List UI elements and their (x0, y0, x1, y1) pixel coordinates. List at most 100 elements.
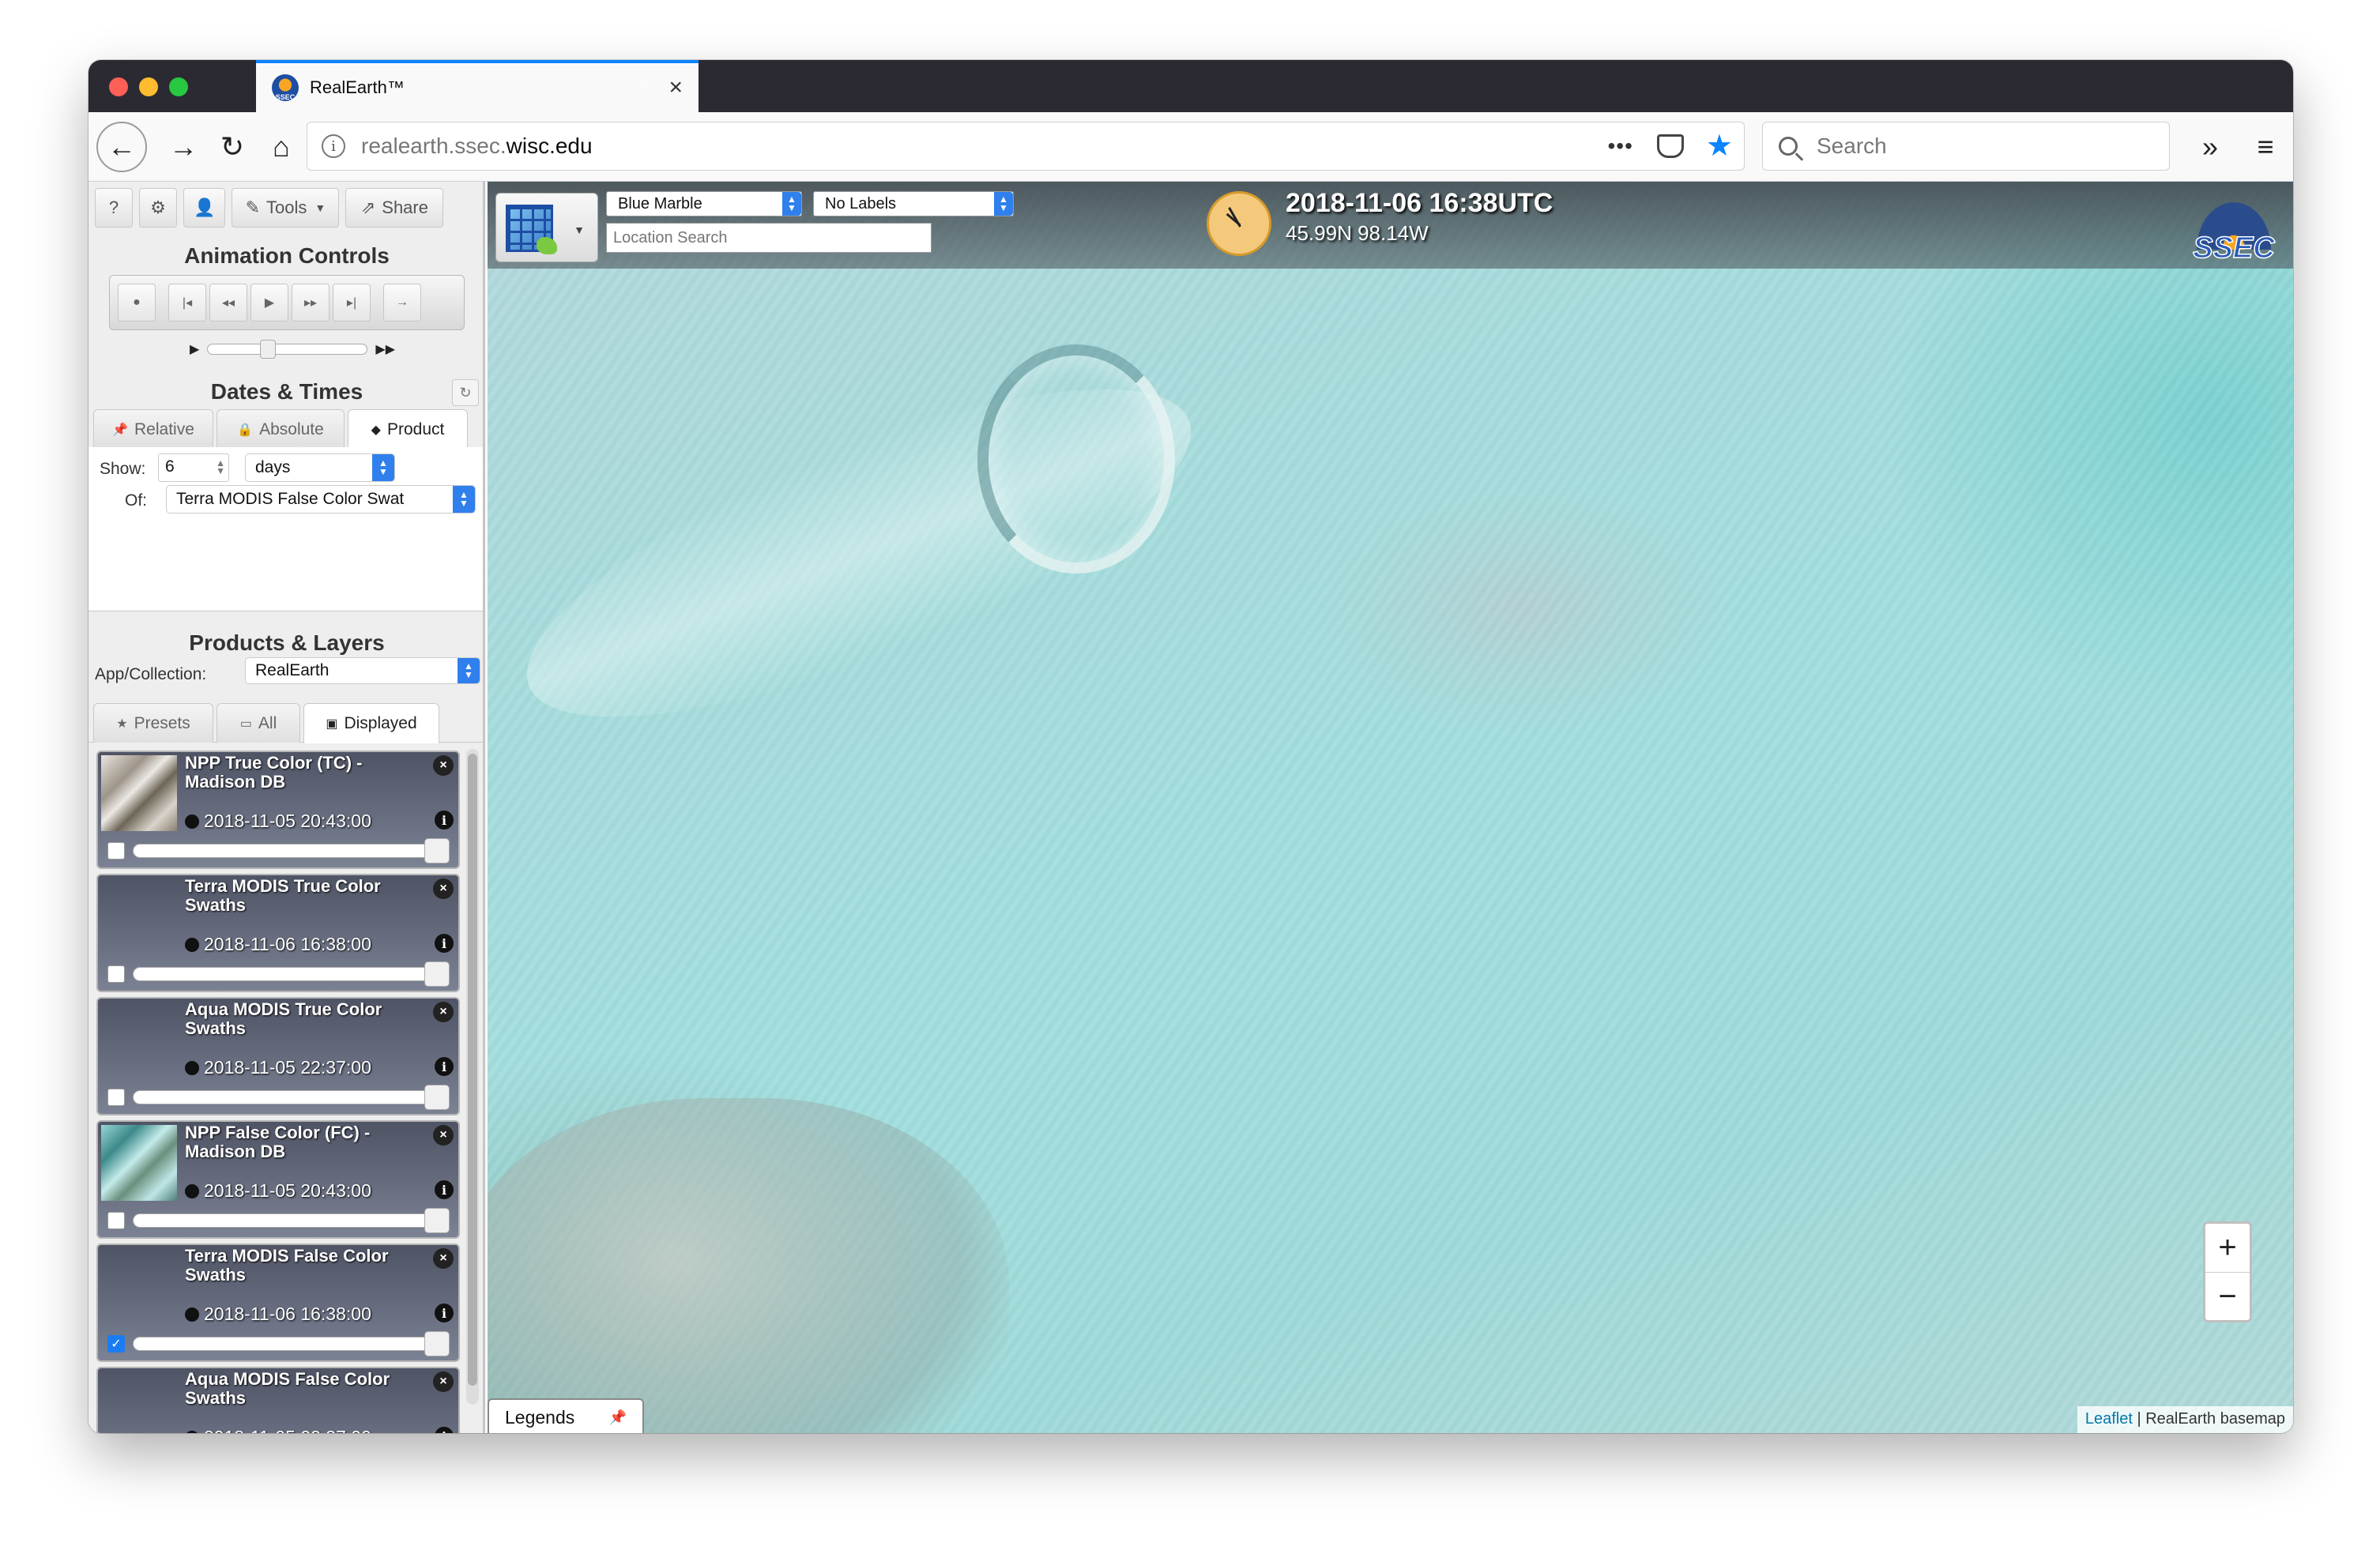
layer-checkbox[interactable] (107, 1212, 125, 1229)
scrollbar-thumb[interactable] (468, 754, 477, 1386)
speed-slider[interactable] (207, 340, 368, 359)
star-icon: ★ (116, 717, 128, 731)
layer-card[interactable]: NPP False Color (FC) - Madison DB × 2018… (96, 1120, 460, 1239)
layer-card[interactable]: Aqua MODIS True Color Swaths × 2018-11-0… (96, 997, 460, 1115)
info-icon[interactable]: i (435, 934, 454, 953)
layer-list-scrollbar[interactable] (466, 749, 479, 1405)
back-button[interactable]: ← (96, 122, 147, 172)
user-button[interactable]: 👤 (183, 188, 226, 228)
slider-knob[interactable] (424, 1085, 450, 1110)
new-tab-button[interactable]: + (623, 65, 670, 107)
speed-slider-thumb[interactable] (260, 340, 277, 359)
product-select[interactable]: Terra MODIS False Color Swat ▲ ▼ (166, 485, 476, 514)
forward-button[interactable]: → (160, 123, 207, 171)
opacity-slider[interactable] (133, 1208, 450, 1233)
info-icon[interactable]: i (435, 811, 454, 830)
layer-time: 2018-11-06 16:38:00 (185, 934, 371, 955)
layer-checkbox[interactable] (107, 1089, 125, 1106)
remove-layer-icon[interactable]: × (433, 755, 454, 776)
tab-presets[interactable]: ★ Presets (93, 703, 213, 743)
help-button[interactable]: ? (95, 188, 133, 228)
info-icon[interactable]: i (435, 1427, 454, 1433)
page-actions-icon[interactable]: ••• (1608, 134, 1633, 159)
tab-all[interactable]: ▭ All (217, 703, 300, 743)
location-search-input[interactable] (606, 223, 932, 253)
opacity-slider[interactable] (133, 838, 450, 863)
layer-card[interactable]: Aqua MODIS False Color Swaths × 2018-11-… (96, 1367, 460, 1433)
zoom-out-button[interactable]: − (2205, 1272, 2250, 1320)
slider-knob[interactable] (424, 1208, 450, 1233)
slider-knob[interactable] (424, 961, 450, 987)
hamburger-menu-icon[interactable]: ≡ (2246, 123, 2285, 171)
tab-displayed[interactable]: ▣ Displayed (303, 703, 439, 743)
zoom-in-button[interactable]: + (2205, 1224, 2250, 1272)
step-forward-button[interactable]: ▸▸ (292, 284, 330, 322)
play-button[interactable]: ▶ (250, 284, 288, 322)
ssec-logo[interactable]: SSEC (2182, 191, 2285, 265)
url-bar[interactable]: i realearth.ssec.wisc.edu ••• ★ (307, 122, 1745, 171)
window-maximize-button[interactable] (169, 77, 188, 96)
stepper-icon[interactable]: ▲ ▼ (216, 458, 225, 476)
clock-icon (185, 938, 199, 952)
share-button[interactable]: ⇗ Share (345, 188, 444, 228)
remove-layer-icon[interactable]: × (433, 1125, 454, 1146)
opacity-slider[interactable] (133, 1085, 450, 1110)
unit-select[interactable]: days ▲ ▼ (245, 453, 395, 482)
tab-bar: SSEC RealEarth™ × + (88, 60, 2293, 112)
close-tab-icon[interactable]: × (668, 76, 683, 100)
sidebar-toolbar: ? ⚙ 👤 ✎ Tools ▼ ⇗ Share (95, 188, 444, 228)
pin-icon: 📌 (112, 423, 129, 437)
clock-icon (185, 815, 199, 829)
opacity-slider[interactable] (133, 961, 450, 987)
map-view[interactable]: ▼ Blue Marble ▲▼ No Labels ▲▼ 2018-11-06… (488, 182, 2293, 1433)
layer-checkbox[interactable] (107, 965, 125, 983)
slider-knob[interactable] (424, 1331, 450, 1356)
remove-layer-icon[interactable]: × (433, 1002, 454, 1022)
first-frame-button[interactable]: |◂ (168, 284, 206, 322)
layer-checkbox-checked[interactable]: ✓ (107, 1335, 125, 1352)
labels-select[interactable]: No Labels ▲ ▼ (813, 191, 1014, 216)
info-icon[interactable]: i (435, 1304, 454, 1322)
layer-checkbox[interactable] (107, 842, 125, 860)
show-count-input[interactable]: 6 ▲ ▼ (158, 453, 229, 482)
remove-layer-icon[interactable]: × (433, 1248, 454, 1269)
info-icon[interactable]: i (435, 1057, 454, 1076)
overflow-menu-icon[interactable]: » (2190, 123, 2230, 171)
home-button[interactable]: ⌂ (258, 123, 305, 171)
refresh-icon[interactable]: ↻ (452, 379, 479, 406)
basemap-select[interactable]: Blue Marble ▲ ▼ (606, 191, 802, 216)
site-info-icon[interactable]: i (322, 134, 345, 158)
bookmark-star-icon[interactable]: ★ (1706, 131, 1733, 161)
layer-grid-button[interactable]: ▼ (495, 193, 598, 262)
select-arrows-icon: ▲ ▼ (453, 486, 475, 513)
search-bar[interactable]: Search (1762, 122, 2170, 171)
leaflet-link[interactable]: Leaflet (2085, 1410, 2133, 1428)
loop-button[interactable]: → (383, 284, 421, 322)
layer-card[interactable]: Terra MODIS False Color Swaths × 2018-11… (96, 1243, 460, 1362)
tab-product[interactable]: ◆ Product (348, 409, 468, 450)
remove-layer-icon[interactable]: × (433, 878, 454, 899)
pocket-icon[interactable] (1656, 134, 1684, 158)
opacity-slider[interactable] (133, 1331, 450, 1356)
tab-relative[interactable]: 📌 Relative (93, 409, 213, 449)
layer-list: NPP True Color (TC) - Madison DB × 2018-… (88, 744, 483, 1433)
clock-button[interactable]: ● (118, 284, 156, 322)
legends-button[interactable]: Legends 📌 (488, 1398, 644, 1433)
remove-layer-icon[interactable]: × (433, 1371, 454, 1392)
window-minimize-button[interactable] (139, 77, 158, 96)
slider-knob[interactable] (424, 838, 450, 863)
clock-icon (185, 1431, 199, 1433)
step-back-button[interactable]: ◂◂ (209, 284, 247, 322)
tab-absolute[interactable]: 🔒 Absolute (217, 409, 345, 449)
last-frame-button[interactable]: ▸| (333, 284, 371, 322)
reload-button[interactable]: ↻ (209, 123, 256, 171)
browser-window: SSEC RealEarth™ × + ← → ↻ ⌂ i realearth.… (88, 60, 2293, 1433)
layer-card[interactable]: NPP True Color (TC) - Madison DB × 2018-… (96, 751, 460, 869)
window-close-button[interactable] (109, 77, 128, 96)
info-icon[interactable]: i (435, 1180, 454, 1199)
collection-select[interactable]: RealEarth ▲ ▼ (245, 657, 480, 684)
settings-button[interactable]: ⚙ (139, 188, 177, 228)
layer-card[interactable]: Terra MODIS True Color Swaths × 2018-11-… (96, 874, 460, 992)
tools-button[interactable]: ✎ Tools ▼ (232, 188, 340, 228)
url-text[interactable]: realearth.ssec.wisc.edu (361, 134, 1608, 159)
